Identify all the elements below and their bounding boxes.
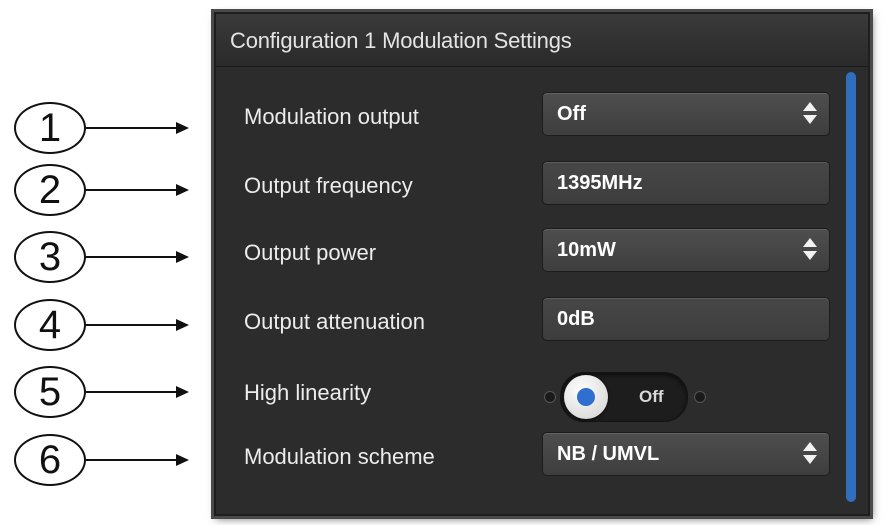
modulation-output-value: Off: [557, 103, 586, 125]
toggle-track[interactable]: Off: [560, 372, 688, 422]
panel-title: Configuration 1 Modulation Settings: [230, 28, 572, 53]
modulation-output-label: Modulation output: [244, 104, 419, 129]
high-linearity-toggle[interactable]: Off: [538, 368, 718, 424]
modulation-scheme-value: NB / UMVL: [557, 443, 660, 465]
callout-number: 1: [14, 102, 86, 154]
callout-arrow-line: [86, 391, 178, 393]
callout-5: 5: [0, 362, 205, 424]
updown-chevron-icon: [803, 238, 817, 264]
callout-arrow-line: [86, 256, 178, 258]
callout-4: 4: [0, 295, 205, 357]
modulation-settings-panel: Configuration 1 Modulation Settings Modu…: [214, 12, 870, 516]
output-frequency-field[interactable]: 1395MHz: [542, 161, 830, 205]
toggle-left-dot: [544, 391, 556, 403]
output-power-label: Output power: [244, 240, 377, 265]
output-attenuation-row: Output attenuation 0dB: [216, 297, 868, 347]
callout-arrow-line: [86, 127, 178, 129]
output-frequency-row: Output frequency 1395MHz: [216, 161, 868, 211]
toggle-right-dot: [694, 391, 706, 403]
callout-1: 1: [0, 98, 205, 160]
arrow-right-icon: [176, 454, 189, 466]
output-power-select[interactable]: 10mW: [542, 228, 830, 272]
modulation-scheme-select[interactable]: NB / UMVL: [542, 432, 830, 476]
output-attenuation-label: Output attenuation: [244, 309, 426, 334]
callout-number: 2: [14, 164, 86, 216]
output-frequency-label: Output frequency: [244, 173, 413, 198]
callout-number: 6: [14, 434, 86, 486]
arrow-right-icon: [176, 386, 189, 398]
callout-number: 4: [14, 299, 86, 351]
callout-arrow-line: [86, 459, 178, 461]
callout-arrow-line: [86, 324, 178, 326]
updown-chevron-icon: [803, 442, 817, 468]
toggle-state-text: Off: [639, 387, 664, 406]
callout-number: 5: [14, 366, 86, 418]
modulation-output-select[interactable]: Off: [542, 92, 830, 136]
arrow-right-icon: [176, 251, 189, 263]
toggle-knob-icon[interactable]: [564, 375, 608, 419]
output-power-row: Output power 10mW: [216, 228, 868, 278]
panel-header: Configuration 1 Modulation Settings: [216, 14, 868, 67]
output-attenuation-field[interactable]: 0dB: [542, 297, 830, 341]
callout-arrow-line: [86, 189, 178, 191]
callout-6: 6: [0, 430, 205, 492]
modulation-scheme-label: Modulation scheme: [244, 444, 435, 469]
arrow-right-icon: [176, 319, 189, 331]
callout-number: 3: [14, 231, 86, 283]
high-linearity-label: High linearity: [244, 380, 372, 405]
callout-3: 3: [0, 227, 205, 289]
output-power-value: 10mW: [557, 239, 616, 261]
modulation-scheme-row: Modulation scheme NB / UMVL: [216, 432, 868, 482]
updown-chevron-icon: [803, 102, 817, 128]
high-linearity-row: High linearity Off: [216, 372, 868, 424]
output-attenuation-value: 0dB: [557, 308, 595, 330]
output-frequency-value: 1395MHz: [557, 172, 643, 194]
arrow-right-icon: [176, 184, 189, 196]
arrow-right-icon: [176, 122, 189, 134]
callout-2: 2: [0, 160, 205, 222]
modulation-output-row: Modulation output Off: [216, 92, 868, 142]
